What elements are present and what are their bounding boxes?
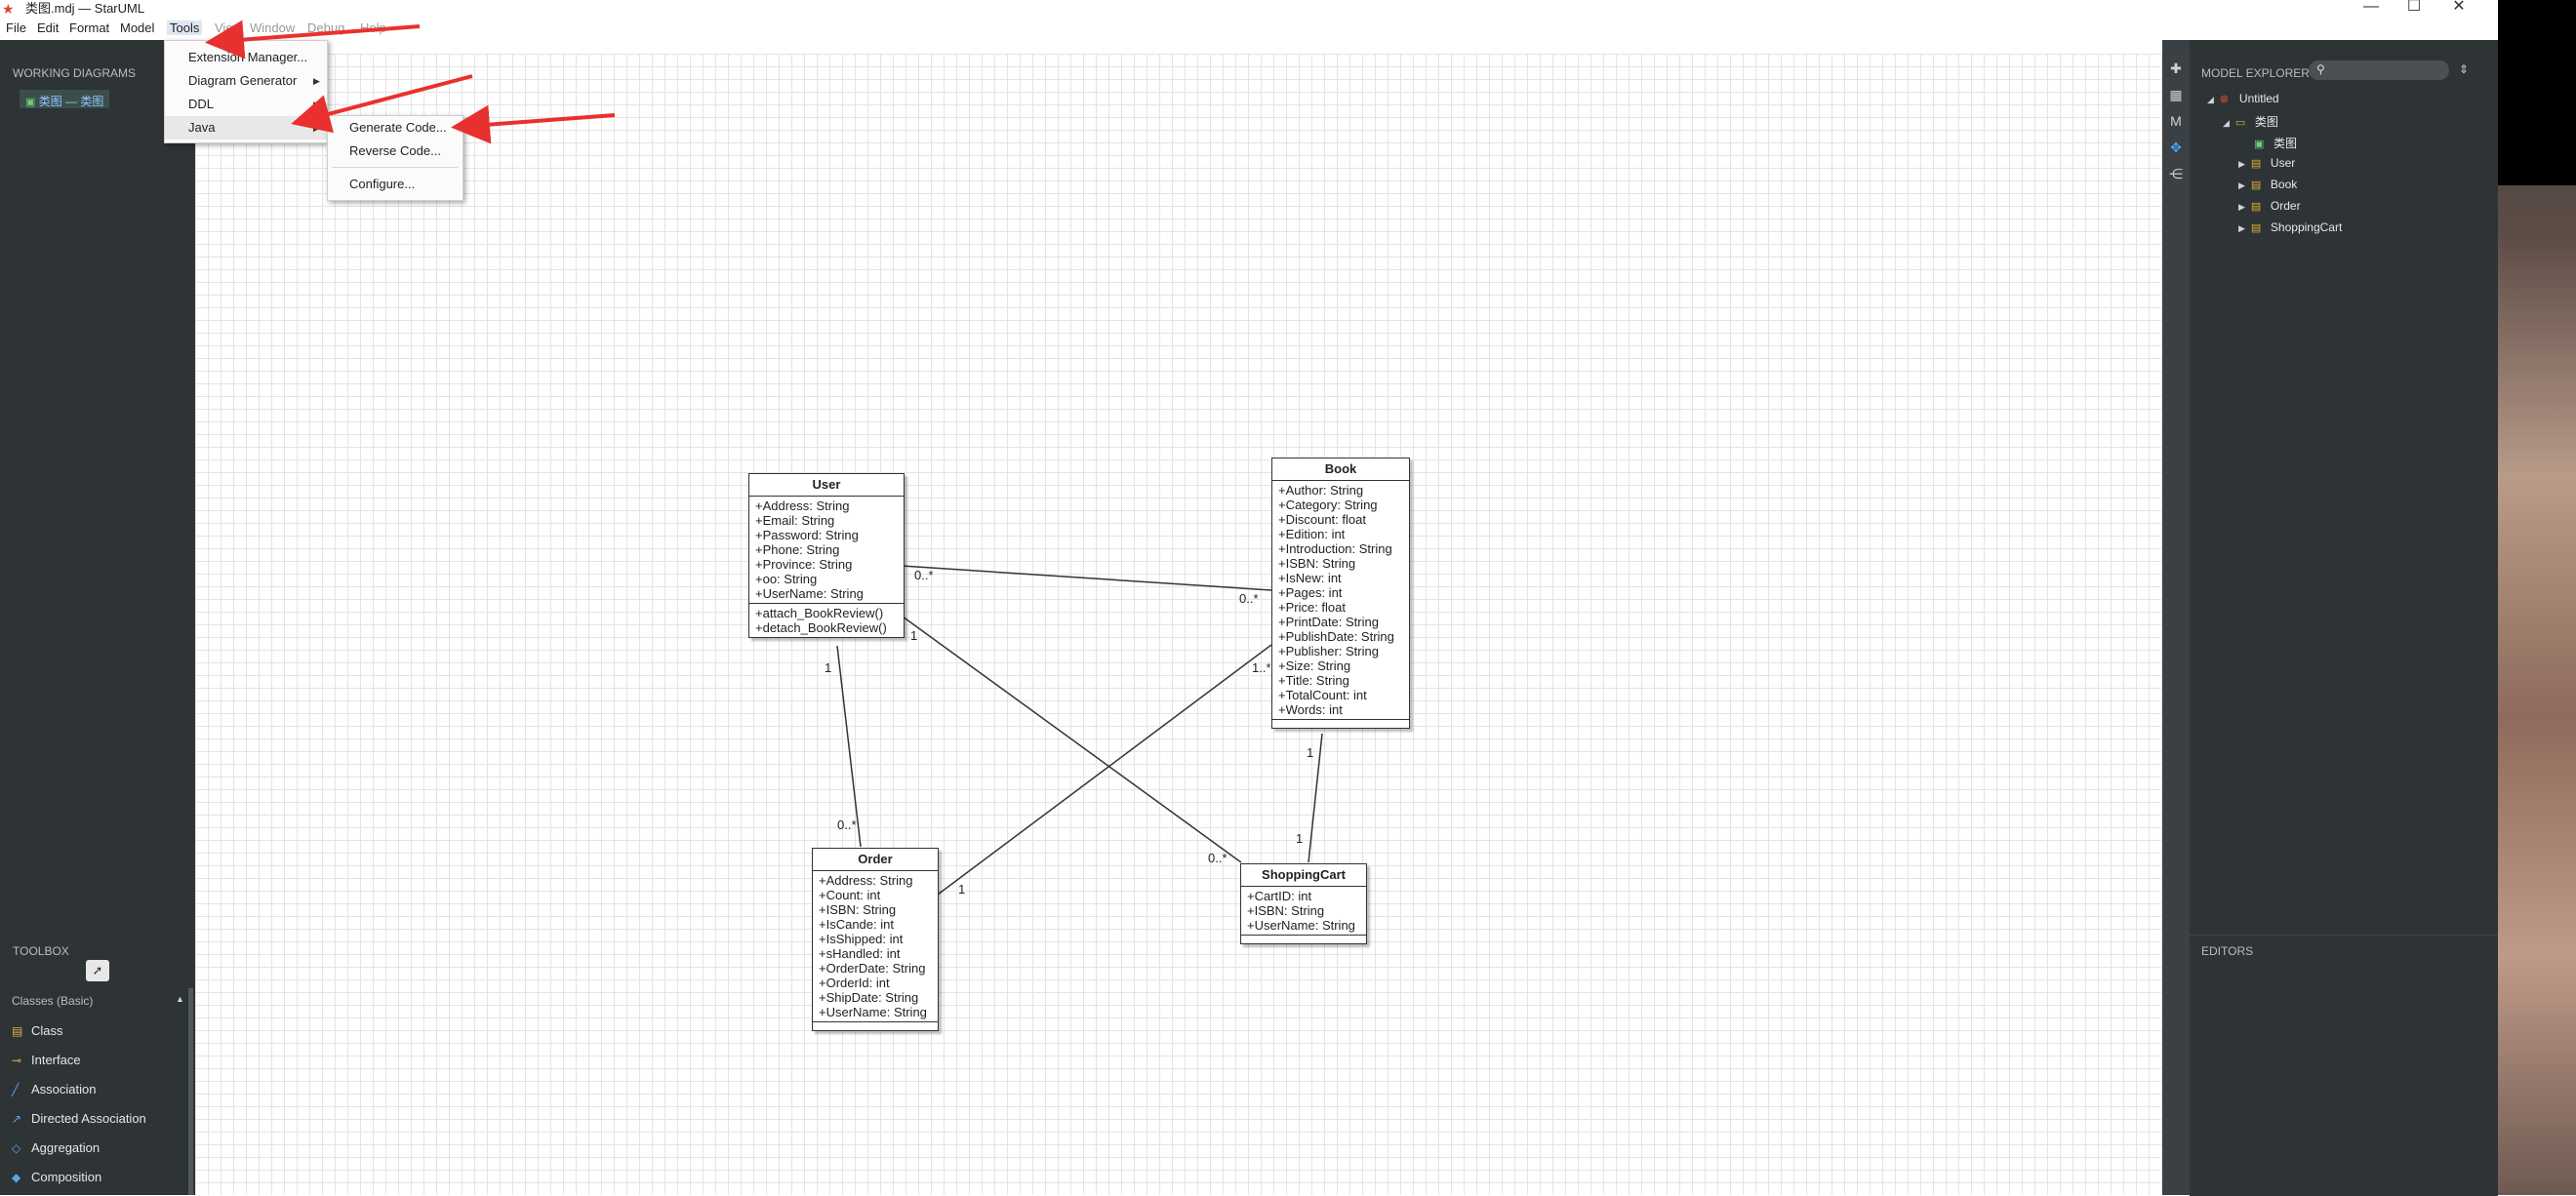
annotation-arrow-generate-code bbox=[451, 104, 616, 144]
annotation-arrow-tools bbox=[205, 20, 421, 60]
annotation-arrow-java bbox=[291, 74, 473, 134]
annotation-arrows bbox=[205, 20, 616, 144]
